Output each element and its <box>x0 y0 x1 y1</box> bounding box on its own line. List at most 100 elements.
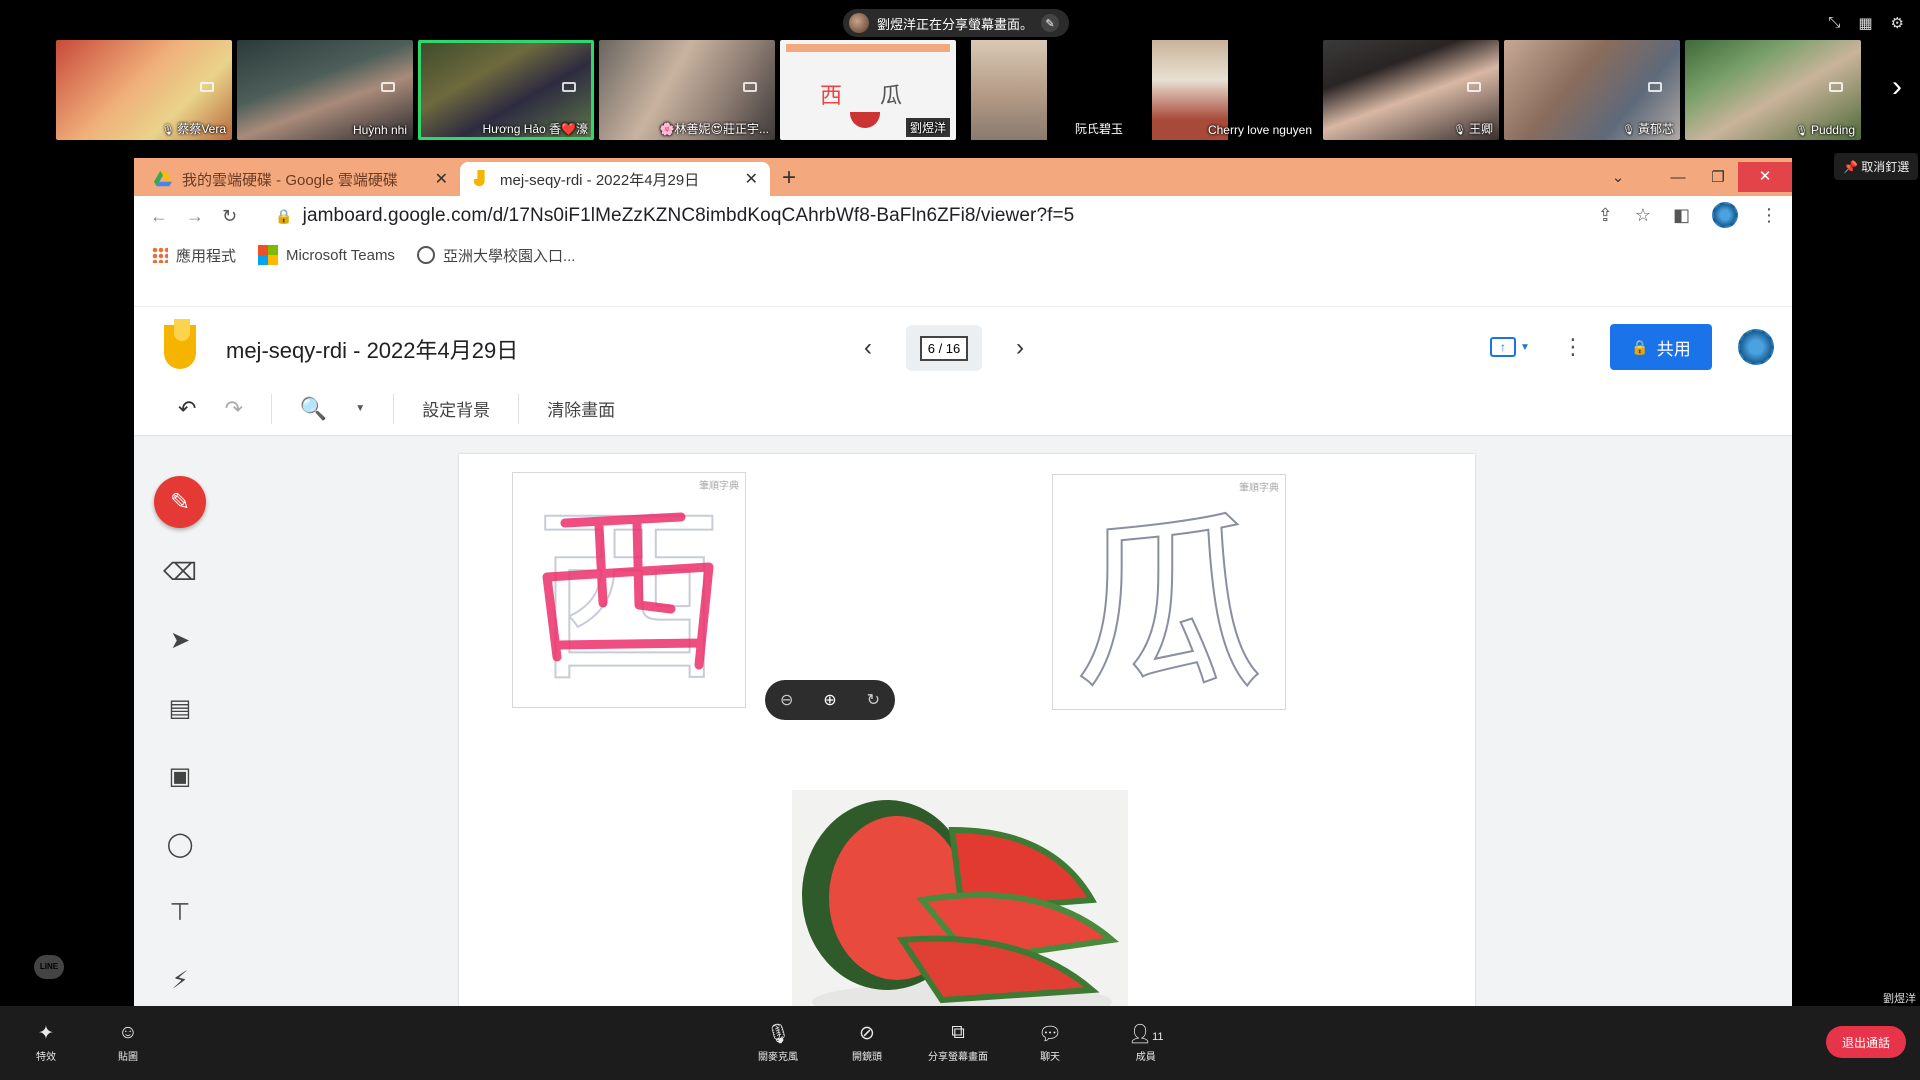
jam-frame[interactable]: 筆順字典 西 筆順字典 瓜 <box>459 454 1475 1006</box>
redo-icon[interactable]: ↷ <box>224 396 242 422</box>
back-icon[interactable]: ← <box>150 206 168 227</box>
apps-grid-icon <box>152 247 168 263</box>
undo-icon[interactable]: ↶ <box>178 396 196 422</box>
share-screen-button[interactable]: ⧉ 分享螢幕畫面 <box>928 1022 988 1063</box>
circle-icon[interactable]: ◯ <box>156 820 204 868</box>
account-avatar[interactable] <box>1738 329 1774 365</box>
participant-tile[interactable]: Cherry love nguyen <box>1142 40 1318 140</box>
previous-frame-icon[interactable]: ‹ <box>864 334 872 362</box>
new-tab-button[interactable]: + <box>782 164 796 192</box>
chat-button[interactable]: 💬︎ 聊天 <box>1038 1022 1062 1063</box>
close-icon[interactable]: ✕ <box>435 169 448 189</box>
browser-tab-active[interactable]: mej-seqy-rdi - 2022年4月29日 ✕ <box>460 162 770 196</box>
share-page-icon[interactable]: ⇪ <box>1598 205 1613 226</box>
participant-name: Hương Hảo 香❤️濠 <box>482 122 588 136</box>
set-background-button[interactable]: 設定背景 <box>422 396 490 421</box>
frame-navigation: ‹ 6 / 16 › <box>864 325 1024 371</box>
frame-indicator: 6 / 16 <box>919 335 969 361</box>
mic-button[interactable]: 🎙︎ 關麥克風 <box>758 1022 798 1063</box>
presenter-label: 劉煜洋 <box>1883 993 1916 1005</box>
forward-icon[interactable]: → <box>186 206 204 227</box>
frame-bar-toggle[interactable]: 6 / 16 <box>906 325 982 371</box>
chevron-down-icon[interactable]: ⌄ <box>1598 168 1638 186</box>
participant-tile[interactable]: 🎙 蔡蔡Vera <box>56 40 232 140</box>
members-button[interactable]: 👤︎11 成員 <box>1128 1022 1164 1063</box>
reset-zoom-icon[interactable]: ↻ <box>867 690 880 710</box>
profile-avatar[interactable] <box>1712 202 1738 228</box>
minimize-view-icon[interactable]: ⤡ <box>1828 14 1840 32</box>
browser-tab[interactable]: 我的雲端硬碟 - Google 雲端硬碟 ✕ <box>142 162 460 196</box>
zoom-dropdown-icon[interactable]: ▼ <box>355 403 365 414</box>
lock-icon: 🔒 <box>1631 338 1649 355</box>
zoom-out-icon[interactable]: ⊖ <box>780 690 793 710</box>
gear-icon[interactable]: ⚙ <box>1891 14 1904 32</box>
sticky-note-icon[interactable]: ▤ <box>156 684 204 732</box>
zoom-in-icon[interactable]: ⊕ <box>823 690 836 710</box>
more-options-icon[interactable]: ⋮ <box>1562 334 1584 360</box>
stroke-order-card[interactable]: 筆順字典 西 <box>512 472 746 709</box>
participant-tile[interactable]: 🌸林善妮😍莊正宇... <box>599 40 775 140</box>
bookmark-teams[interactable]: Microsoft Teams <box>258 245 395 265</box>
share-zoom-controls: ⊖ ⊕ ↻ <box>765 680 895 720</box>
stroke-order-card[interactable]: 筆順字典 瓜 <box>1052 474 1286 716</box>
text-box-icon[interactable]: ⊤ <box>156 888 204 936</box>
bookmark-campus[interactable]: 亞洲大學校園入口... <box>416 245 575 266</box>
line-logo-icon[interactable]: LINE <box>34 955 64 979</box>
clear-frame-button[interactable]: 清除畫面 <box>547 396 615 421</box>
drawing-tools: ✎ ⌫ ➤ ▤ ▣ ◯ ⊤ ⚡ <box>150 476 210 1004</box>
participant-tile[interactable]: Huỳnh nhi <box>237 40 413 140</box>
character-xi-drawing: 西 <box>533 486 725 709</box>
bookmark-apps[interactable]: 應用程式 <box>152 245 236 266</box>
share-thumb-char: 瓜 <box>880 83 903 108</box>
participant-tile-speaking[interactable]: Hương Hảo 香❤️濠 <box>418 40 594 140</box>
bookmark-label: 應用程式 <box>176 247 237 265</box>
side-panel-icon[interactable]: ◧ <box>1673 205 1690 226</box>
participant-tile[interactable]: 阮氏碧玉 <box>961 40 1137 140</box>
camera-button[interactable]: ⊘ 開鏡頭 <box>852 1022 882 1063</box>
browser-menu-icon[interactable]: ⋮ <box>1760 205 1778 226</box>
minimize-icon[interactable]: — <box>1658 169 1698 186</box>
leave-call-button[interactable]: 退出通話 <box>1826 1026 1906 1058</box>
eraser-icon[interactable]: ⌫ <box>156 548 204 596</box>
toolbar-divider <box>393 393 395 424</box>
share-banner-text: 劉煜洋正在分享螢幕畫面。 <box>877 16 1034 32</box>
participant-tile[interactable]: 🎙 黃郁芯 <box>1504 40 1680 140</box>
restore-icon[interactable]: ❐ <box>1698 168 1738 186</box>
next-frame-icon[interactable]: › <box>1016 334 1024 362</box>
select-icon[interactable]: ➤ <box>156 616 204 664</box>
share-button[interactable]: 🔒 共用 <box>1610 324 1712 370</box>
camera-off-icon <box>200 82 214 92</box>
dropdown-caret-icon: ▼ <box>1520 341 1530 353</box>
camera-off-icon <box>562 82 576 92</box>
share-thumb-tabbar <box>786 44 950 52</box>
pen-icon[interactable]: ✎ <box>154 476 206 528</box>
laser-icon[interactable]: ⚡ <box>156 956 204 1004</box>
mic-muted-icon: 🎙 <box>161 125 175 136</box>
reload-icon[interactable]: ↻ <box>222 206 237 227</box>
participant-tile[interactable]: 🎙 Pudding <box>1685 40 1861 140</box>
effects-button[interactable]: ✦ 特效 <box>36 1022 56 1063</box>
unpin-button[interactable]: 📌 取消釘選 <box>1834 153 1919 180</box>
grid-view-icon[interactable]: ▦ <box>1858 14 1872 32</box>
stickers-button[interactable]: ☺ 貼圖 <box>118 1022 138 1063</box>
jam-title[interactable]: mej-seqy-rdi - 2022年4月29日 <box>226 333 518 365</box>
zoom-in-icon[interactable]: 🔍 <box>300 396 327 422</box>
url-field[interactable]: 🔒 jamboard.google.com/d/17Ns0iF1lMeZzKZN… <box>275 205 1074 227</box>
close-icon[interactable]: ✕ <box>745 169 758 189</box>
annotate-pencil-icon[interactable]: ✎ <box>1041 14 1060 32</box>
participant-name: 阮氏碧玉 <box>1074 122 1123 136</box>
share-screen-label: 分享螢幕畫面 <box>928 1052 988 1063</box>
star-icon[interactable]: ☆ <box>1635 205 1651 226</box>
mic-muted-icon: 🎙 <box>1453 125 1466 136</box>
present-button[interactable]: ↑ ▼ <box>1490 332 1536 362</box>
microsoft-icon <box>258 245 279 265</box>
jamboard-icon <box>473 170 485 187</box>
image-icon[interactable]: ▣ <box>156 752 204 800</box>
participant-name: 🌸林善妮😍莊正宇... <box>659 122 769 136</box>
chevron-right-icon[interactable]: › <box>1892 70 1902 104</box>
participant-tile-screen-share[interactable]: 西 瓜 劉煜洋 <box>780 40 956 140</box>
participant-tile[interactable]: 🎙 王卿 <box>1323 40 1499 140</box>
watermelon-photo[interactable] <box>792 790 1128 1006</box>
jamboard-logo[interactable] <box>164 319 196 369</box>
window-close-icon[interactable]: ✕ <box>1738 162 1792 192</box>
